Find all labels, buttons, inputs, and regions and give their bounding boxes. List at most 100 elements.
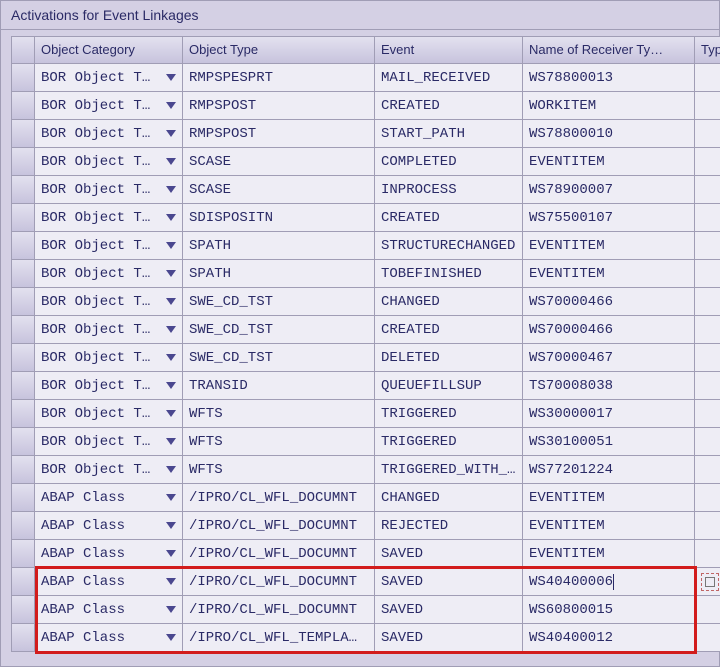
dropdown-icon[interactable]	[166, 270, 176, 277]
row-selector[interactable]	[11, 540, 35, 568]
dropdown-icon[interactable]	[166, 102, 176, 109]
object-type-cell[interactable]: SWE_CD_TST	[183, 316, 375, 344]
object-category-cell[interactable]: BOR Object T…	[35, 288, 183, 316]
dropdown-icon[interactable]	[166, 214, 176, 221]
dropdown-icon[interactable]	[166, 130, 176, 137]
object-type-cell[interactable]: WFTS	[183, 456, 375, 484]
receiver-type-cell[interactable]: WS78900007	[523, 176, 695, 204]
typ-cell[interactable]	[695, 484, 720, 512]
receiver-type-cell[interactable]: WS30000017	[523, 400, 695, 428]
row-selector[interactable]	[11, 624, 35, 652]
row-selector[interactable]	[11, 92, 35, 120]
receiver-type-cell[interactable]: EVENTITEM	[523, 260, 695, 288]
event-cell[interactable]: SAVED	[375, 568, 523, 596]
typ-cell[interactable]	[695, 288, 720, 316]
object-type-cell[interactable]: RMPSPESPRT	[183, 64, 375, 92]
object-category-cell[interactable]: BOR Object T…	[35, 400, 183, 428]
object-category-cell[interactable]: BOR Object T…	[35, 316, 183, 344]
row-selector[interactable]	[11, 260, 35, 288]
receiver-type-cell[interactable]: WS70000466	[523, 316, 695, 344]
event-cell[interactable]: CREATED	[375, 204, 523, 232]
row-selector[interactable]	[11, 428, 35, 456]
object-type-cell[interactable]: WFTS	[183, 400, 375, 428]
col-header-object-type[interactable]: Object Type	[183, 36, 375, 64]
event-cell[interactable]: CREATED	[375, 316, 523, 344]
event-cell[interactable]: STRUCTURECHANGED	[375, 232, 523, 260]
row-selector[interactable]	[11, 512, 35, 540]
object-type-cell[interactable]: SPATH	[183, 232, 375, 260]
dropdown-icon[interactable]	[166, 522, 176, 529]
typ-cell[interactable]	[695, 540, 720, 568]
object-type-cell[interactable]: RMPSPOST	[183, 120, 375, 148]
receiver-type-cell[interactable]: WS78800010	[523, 120, 695, 148]
typ-cell[interactable]	[695, 344, 720, 372]
object-category-cell[interactable]: ABAP Class	[35, 596, 183, 624]
dropdown-icon[interactable]	[166, 74, 176, 81]
event-cell[interactable]: TRIGGERED_WITH_…	[375, 456, 523, 484]
dropdown-icon[interactable]	[166, 578, 176, 585]
event-cell[interactable]: TRIGGERED	[375, 400, 523, 428]
dropdown-icon[interactable]	[166, 326, 176, 333]
event-cell[interactable]: SAVED	[375, 624, 523, 652]
col-header-receiver-type[interactable]: Name of Receiver Ty…	[523, 36, 695, 64]
object-category-cell[interactable]: BOR Object T…	[35, 148, 183, 176]
event-cell[interactable]: COMPLETED	[375, 148, 523, 176]
receiver-type-cell[interactable]: WS40400006	[523, 568, 695, 596]
dropdown-icon[interactable]	[166, 438, 176, 445]
receiver-type-cell[interactable]: WS75500107	[523, 204, 695, 232]
dropdown-icon[interactable]	[166, 242, 176, 249]
row-selector[interactable]	[11, 232, 35, 260]
row-selector[interactable]	[11, 596, 35, 624]
object-category-cell[interactable]: BOR Object T…	[35, 260, 183, 288]
typ-cell[interactable]	[695, 400, 720, 428]
object-type-cell[interactable]: /IPRO/CL_WFL_DOCUMNT	[183, 512, 375, 540]
dropdown-icon[interactable]	[166, 410, 176, 417]
row-selector[interactable]	[11, 372, 35, 400]
event-cell[interactable]: QUEUEFILLSUP	[375, 372, 523, 400]
event-cell[interactable]: CHANGED	[375, 484, 523, 512]
receiver-type-cell[interactable]: WS30100051	[523, 428, 695, 456]
event-cell[interactable]: CREATED	[375, 92, 523, 120]
dropdown-icon[interactable]	[166, 550, 176, 557]
typ-cell[interactable]	[695, 624, 720, 652]
row-selector[interactable]	[11, 400, 35, 428]
object-type-cell[interactable]: SCASE	[183, 148, 375, 176]
dropdown-icon[interactable]	[166, 606, 176, 613]
row-selector[interactable]	[11, 344, 35, 372]
row-selector-header[interactable]	[11, 36, 35, 64]
receiver-type-cell[interactable]: WS40400012	[523, 624, 695, 652]
dropdown-icon[interactable]	[166, 494, 176, 501]
value-help-icon[interactable]	[701, 573, 719, 591]
typ-cell[interactable]	[695, 316, 720, 344]
object-category-cell[interactable]: BOR Object T…	[35, 92, 183, 120]
object-type-cell[interactable]: /IPRO/CL_WFL_DOCUMNT	[183, 596, 375, 624]
object-type-cell[interactable]: SWE_CD_TST	[183, 344, 375, 372]
object-category-cell[interactable]: BOR Object T…	[35, 120, 183, 148]
dropdown-icon[interactable]	[166, 186, 176, 193]
object-category-cell[interactable]: ABAP Class	[35, 624, 183, 652]
object-category-cell[interactable]: ABAP Class	[35, 540, 183, 568]
event-cell[interactable]: TRIGGERED	[375, 428, 523, 456]
receiver-type-cell[interactable]: WORKITEM	[523, 92, 695, 120]
typ-cell[interactable]	[695, 372, 720, 400]
receiver-type-cell[interactable]: EVENTITEM	[523, 540, 695, 568]
dropdown-icon[interactable]	[166, 382, 176, 389]
event-cell[interactable]: MAIL_RECEIVED	[375, 64, 523, 92]
object-category-cell[interactable]: ABAP Class	[35, 568, 183, 596]
object-category-cell[interactable]: BOR Object T…	[35, 64, 183, 92]
receiver-type-cell[interactable]: WS60800015	[523, 596, 695, 624]
typ-cell[interactable]	[695, 204, 720, 232]
typ-cell[interactable]	[695, 64, 720, 92]
event-cell[interactable]: SAVED	[375, 540, 523, 568]
receiver-type-cell[interactable]: WS70000467	[523, 344, 695, 372]
object-category-cell[interactable]: BOR Object T…	[35, 232, 183, 260]
row-selector[interactable]	[11, 288, 35, 316]
row-selector[interactable]	[11, 64, 35, 92]
col-header-object-category[interactable]: Object Category	[35, 36, 183, 64]
object-category-cell[interactable]: BOR Object T…	[35, 344, 183, 372]
typ-cell[interactable]	[695, 176, 720, 204]
object-type-cell[interactable]: /IPRO/CL_WFL_DOCUMNT	[183, 484, 375, 512]
event-cell[interactable]: REJECTED	[375, 512, 523, 540]
row-selector[interactable]	[11, 484, 35, 512]
event-cell[interactable]: TOBEFINISHED	[375, 260, 523, 288]
